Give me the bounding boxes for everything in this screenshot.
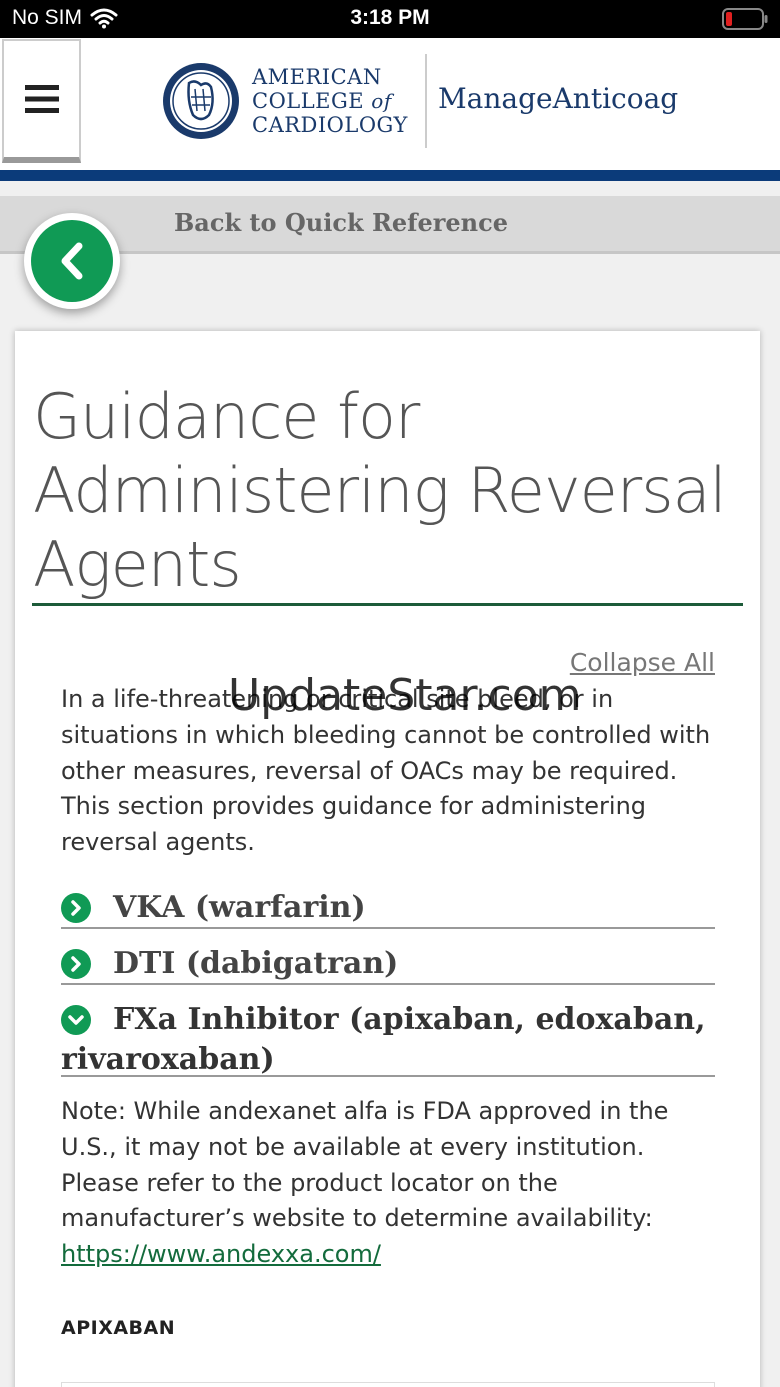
header-stripe [0,170,780,181]
hamburger-icon [24,85,59,113]
status-bar: No SIM 3:18 PM [0,0,780,38]
app-header: AMERICAN COLLEGE of CARDIOLOGY ManageAnt… [0,38,780,170]
collapse-all-link[interactable]: Collapse All [570,648,715,677]
org-line-3: CARDIOLOGY [252,113,408,137]
andexxa-link[interactable]: https://www.andexxa.com/ [61,1240,381,1268]
org-line-2: COLLEGE of [252,89,408,113]
back-label[interactable]: Back to Quick Reference [174,208,508,237]
org-line-2-b: of [371,89,392,113]
status-time: 3:18 PM [350,6,430,29]
logo-divider [425,54,427,148]
accordion-vka[interactable]: VKA (warfarin) [61,890,715,929]
accordion-label: VKA (warfarin) [113,890,366,925]
acc-wordmark: AMERICAN COLLEGE of CARDIOLOGY [252,65,408,137]
accordion-dti[interactable]: DTI (dabigatran) [61,946,715,985]
acc-seal-logo [163,63,239,139]
back-button[interactable] [24,213,120,309]
page-title: Guidance for Administering Reversal Agen… [33,380,727,601]
chevron-right-icon [61,949,91,979]
title-rule [32,603,743,606]
watermark: UpdateStar.com [228,670,582,721]
accordion-label: DTI (dabigatran) [113,946,399,981]
note-body: Note: While andexanet alfa is FDA approv… [61,1097,669,1233]
org-line-1: AMERICAN [252,65,382,89]
product-name: ManageAnticoag [438,82,679,115]
battery-icon [722,8,768,30]
chevron-left-icon [61,242,83,280]
chevron-down-icon [61,1005,91,1035]
apixaban-heading: APIXABAN [61,1317,176,1339]
org-line-2-a: COLLEGE [252,89,365,113]
accordion-label: FXa Inhibitor (apixaban, edoxaban, rivar… [61,1002,706,1077]
apixaban-table [61,1382,715,1387]
chevron-right-icon [61,893,91,923]
back-button-circle [31,220,113,302]
accordion-fxa-inhibitor[interactable]: FXa Inhibitor (apixaban, edoxaban, rivar… [61,1002,715,1077]
menu-button[interactable] [2,39,81,163]
note-text: Note: While andexanet alfa is FDA approv… [61,1094,716,1273]
